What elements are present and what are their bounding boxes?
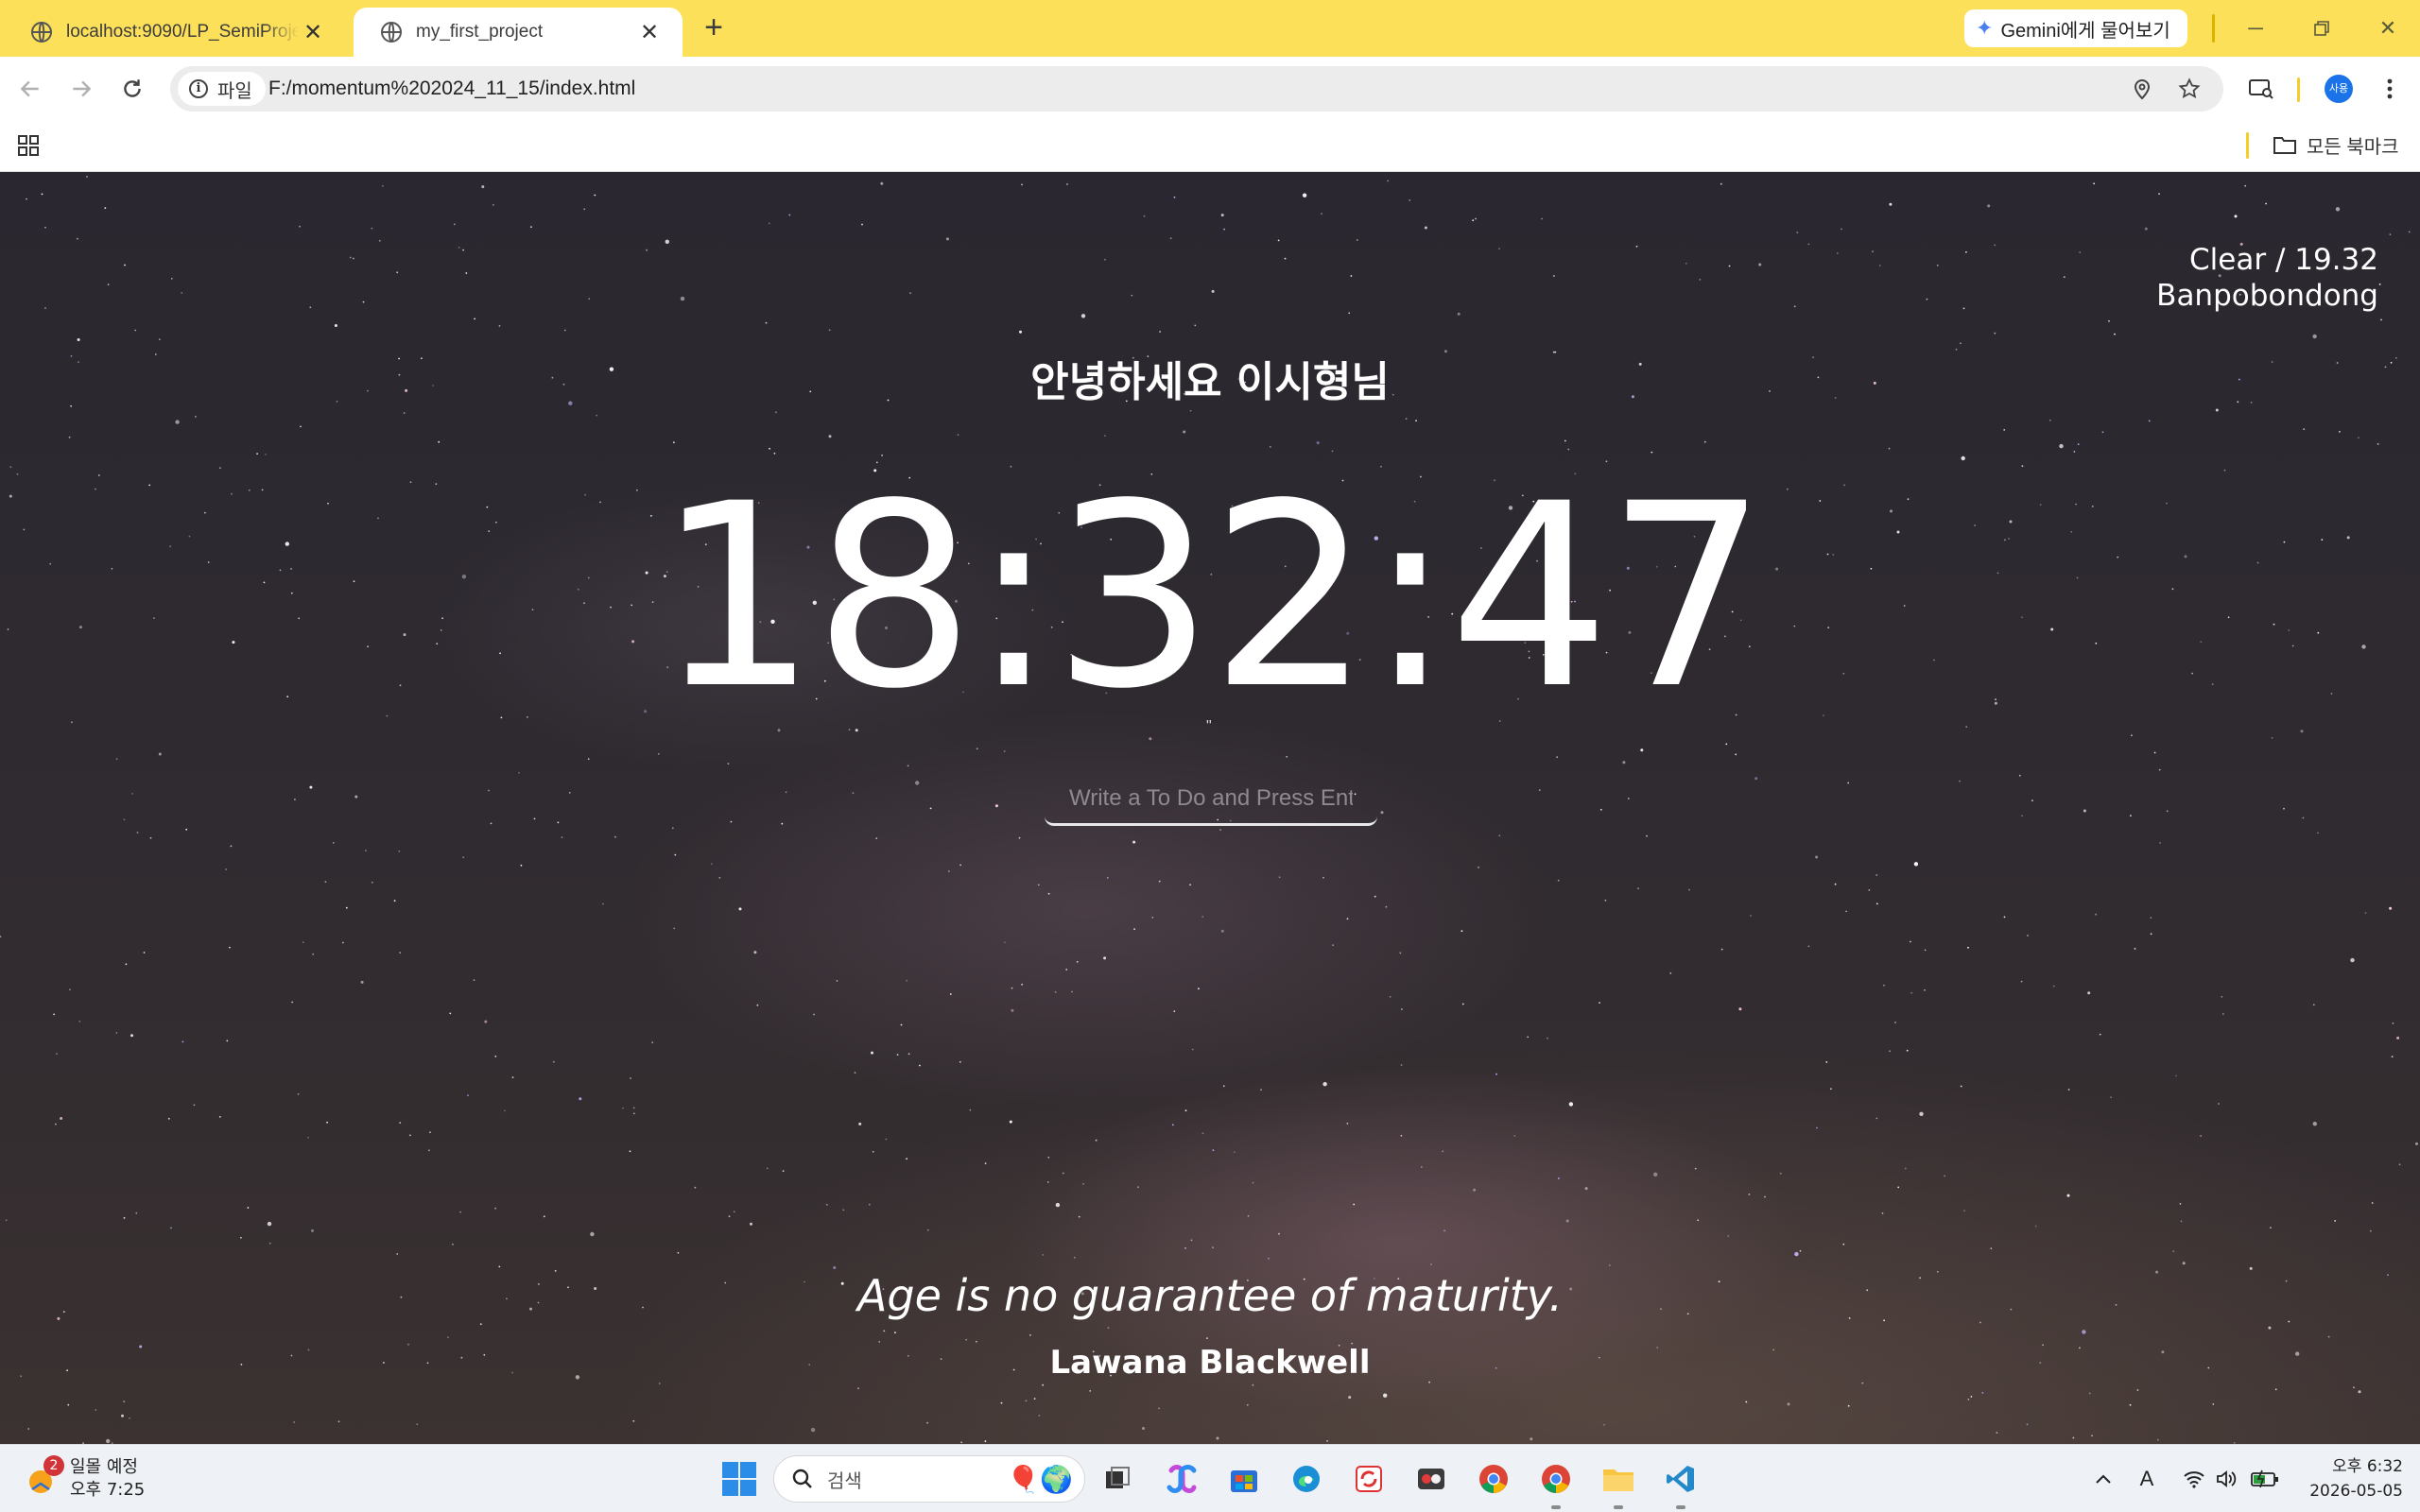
- weather-widget: Clear / 19.32 Banpobondong: [2156, 242, 2378, 314]
- globe-icon: [31, 22, 52, 43]
- weather-widget-button[interactable]: 2 일몰 예정 오후 7:25: [23, 1452, 145, 1505]
- chrome-icon[interactable]: [1473, 1458, 1514, 1500]
- all-bookmarks-label: 모든 북마크: [2307, 136, 2399, 158]
- file-explorer-icon[interactable]: [1598, 1458, 1639, 1509]
- widget-line-2: 오후 7:25: [70, 1480, 146, 1500]
- tab-title: localhost:9090/LP_SemiProject: [66, 22, 299, 42]
- info-icon: i: [189, 79, 208, 98]
- minimize-icon[interactable]: ─: [2237, 9, 2274, 47]
- greeting-text: 안녕하세요 이시형님: [1030, 358, 1390, 406]
- running-indicator: [1614, 1505, 1623, 1509]
- snipping-tool-icon[interactable]: [1410, 1458, 1452, 1500]
- close-window-icon[interactable]: ✕: [2369, 9, 2407, 47]
- bookmark-star-icon[interactable]: [2176, 76, 2203, 102]
- close-icon[interactable]: ✕: [299, 18, 327, 46]
- system-clock[interactable]: 오후 6:32 2026-05-05: [2299, 1454, 2403, 1503]
- ime-indicator[interactable]: A: [2133, 1464, 2161, 1494]
- folder-icon: [2273, 137, 2296, 154]
- divider: [2246, 132, 2249, 159]
- new-tab-button[interactable]: +: [698, 11, 730, 45]
- location-pin-icon[interactable]: [2129, 76, 2155, 102]
- security-chip-label: 파일: [217, 80, 252, 102]
- gemini-sparkle-icon: ✦: [1976, 16, 1994, 40]
- edge-browser-icon[interactable]: [1286, 1458, 1327, 1500]
- widget-line-1: 일몰 예정: [70, 1457, 138, 1477]
- tab-localhost[interactable]: localhost:9090/LP_SemiProject ✕: [4, 8, 346, 57]
- chrome-active-icon[interactable]: [1535, 1458, 1577, 1509]
- tab-title: my_first_project: [416, 22, 544, 42]
- microsoft-store-icon[interactable]: [1223, 1458, 1265, 1500]
- sync-app-icon[interactable]: [1348, 1458, 1390, 1500]
- restore-icon[interactable]: [2303, 9, 2341, 47]
- search-icon: [792, 1469, 812, 1488]
- forward-arrow-icon[interactable]: [62, 70, 100, 108]
- search-placeholder: 검색: [827, 1469, 862, 1492]
- running-indicator: [1551, 1505, 1561, 1509]
- globe-icon: [381, 22, 402, 43]
- task-view-icon[interactable]: [1097, 1458, 1138, 1500]
- bookmarks-bar: 모든 북마크: [0, 121, 2420, 172]
- quote-author: Lawana Blackwell: [1049, 1344, 1371, 1382]
- notification-badge: 2: [43, 1455, 64, 1476]
- show-hidden-icons-chevron-icon[interactable]: [2089, 1464, 2118, 1494]
- address-bar[interactable]: i 파일 F:/momentum%202024_11_15/index.html: [170, 66, 2223, 112]
- search-highlight-icon: 🎈🌍: [1007, 1464, 1073, 1495]
- reading-mode-icon[interactable]: [2242, 70, 2280, 108]
- windows-taskbar: 2 일몰 예정 오후 7:25 검색 🎈🌍 A 오후 6:32 2026-05-…: [0, 1444, 2420, 1512]
- gemini-button[interactable]: ✦ Gemini에게 물어보기: [1964, 9, 2187, 47]
- weather-city: Banpobondong: [2156, 279, 2378, 313]
- taskbar-search[interactable]: 검색 🎈🌍: [773, 1455, 1085, 1503]
- reload-icon[interactable]: [113, 70, 151, 108]
- copilot-icon[interactable]: [1161, 1458, 1202, 1500]
- gemini-label: Gemini에게 물어보기: [2000, 20, 2170, 42]
- clock-display: 18:32:47: [656, 450, 1768, 745]
- wifi-icon[interactable]: [2180, 1464, 2208, 1494]
- browser-toolbar: i 파일 F:/momentum%202024_11_15/index.html…: [0, 57, 2420, 121]
- tab-my-first-project[interactable]: my_first_project ✕: [354, 8, 683, 57]
- volume-icon[interactable]: [2212, 1464, 2240, 1494]
- apps-grid-icon[interactable]: [15, 132, 42, 159]
- battery-charging-icon[interactable]: [2248, 1464, 2282, 1494]
- momentum-page: Clear / 19.32 Banpobondong 안녕하세요 이시형님 18…: [0, 172, 2420, 1444]
- todo-input[interactable]: [1045, 773, 1377, 826]
- vscode-icon[interactable]: [1660, 1458, 1702, 1509]
- all-bookmarks-button[interactable]: 모든 북마크: [2273, 129, 2399, 161]
- divider: [2212, 14, 2215, 43]
- windows-start-icon[interactable]: [720, 1460, 758, 1498]
- divider: [2297, 77, 2300, 102]
- close-icon[interactable]: ✕: [635, 18, 664, 46]
- browser-tabstrip: localhost:9090/LP_SemiProject ✕ my_first…: [0, 0, 2420, 57]
- system-time: 오후 6:32: [2332, 1457, 2403, 1476]
- sunset-icon: 2: [23, 1455, 64, 1497]
- url-text[interactable]: F:/momentum%202024_11_15/index.html: [268, 77, 635, 100]
- back-arrow-icon[interactable]: [11, 70, 49, 108]
- profile-avatar[interactable]: 사용: [2320, 70, 2358, 108]
- weather-summary: Clear / 19.32: [2189, 243, 2378, 277]
- quote-text: Age is no guarantee of maturity.: [856, 1270, 1564, 1321]
- avatar: 사용: [2325, 75, 2353, 103]
- small-mark-text: ": [1206, 718, 1212, 734]
- site-info-chip[interactable]: i 파일: [178, 72, 266, 106]
- running-indicator: [1676, 1505, 1685, 1509]
- kebab-menu-icon[interactable]: [2371, 70, 2409, 108]
- system-date: 2026-05-05: [2309, 1482, 2403, 1501]
